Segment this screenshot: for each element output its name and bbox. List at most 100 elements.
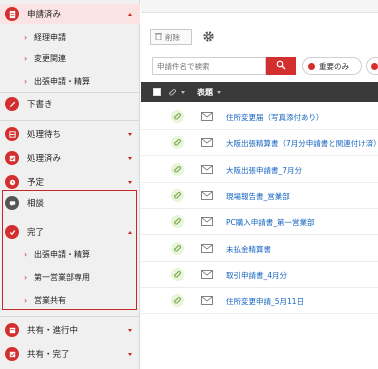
attachment-icon: [171, 294, 184, 308]
sidebar-item-pending[interactable]: 処理待ち: [0, 124, 140, 144]
select-all-checkbox[interactable]: [153, 88, 161, 96]
envelope-icon: [201, 243, 213, 253]
divider: [0, 316, 140, 317]
row-title-link[interactable]: 現場報告書_営業部: [226, 191, 290, 202]
sidebar-subitem-sales-dept[interactable]: › 第一営業部専用: [0, 268, 140, 286]
filter-dot-icon: [371, 62, 378, 70]
attachment-icon: [171, 110, 184, 123]
envelope-icon: [201, 138, 213, 148]
chevron-down-icon[interactable]: [128, 180, 132, 184]
row-title-link[interactable]: 大阪出張申請書_7月分: [226, 165, 302, 176]
envelope-icon: [201, 217, 213, 227]
table-row[interactable]: 住所変更届（写真添付あり）: [141, 104, 378, 130]
trash-icon: [155, 32, 162, 42]
envelope-icon: [201, 190, 213, 200]
table-row[interactable]: 現場報告書_営業部: [141, 183, 378, 209]
inbox-icon: [5, 127, 19, 141]
search-icon: [276, 60, 286, 72]
important-only-filter[interactable]: 重要のみ: [302, 57, 362, 75]
delete-label: 削除: [165, 32, 180, 42]
title-column-header[interactable]: 表題: [197, 87, 213, 98]
sidebar-subitem-label: 営業共有: [34, 295, 66, 305]
sidebar-item-label: 予定: [27, 178, 45, 188]
chevron-right-icon: ›: [24, 272, 28, 282]
sidebar-item-label: 処理済み: [27, 154, 62, 164]
attachment-icon: [171, 162, 184, 176]
table-row[interactable]: 大阪出張精算書（7月分申請書と関連付け済）: [141, 130, 378, 157]
delete-button[interactable]: 削除: [150, 29, 192, 45]
search-input[interactable]: [152, 57, 266, 75]
sidebar-subitem-travel-completed[interactable]: › 出張申請・精算: [0, 245, 140, 263]
chevron-up-icon[interactable]: [128, 12, 132, 16]
row-title-link[interactable]: 未払金精算書: [226, 244, 271, 255]
attachment-icon: [171, 136, 184, 150]
sidebar: 申請済み › 経理申請 › 変更関連 › 出張申請・精算 下書き 処理待ち 処理…: [0, 0, 140, 369]
attachment-icon: [171, 267, 184, 281]
divider: [0, 92, 140, 93]
table-row[interactable]: 住所変更申請_5月11日: [141, 288, 378, 315]
share-done-icon: [5, 347, 19, 361]
sidebar-item-submitted[interactable]: 申請済み: [0, 4, 140, 24]
gear-icon[interactable]: [202, 30, 215, 43]
table-header: 表題: [141, 82, 378, 102]
sidebar-subitem-label: 変更関連: [34, 53, 66, 63]
sort-icon[interactable]: [181, 90, 185, 94]
sidebar-subitem-accounting[interactable]: › 経理申請: [0, 28, 140, 46]
row-title-link[interactable]: 住所変更申請_5月11日: [226, 296, 304, 307]
sidebar-item-label: 申請済み: [27, 10, 62, 20]
chevron-right-icon: ›: [24, 32, 28, 42]
envelope-icon: [201, 269, 213, 279]
sort-icon[interactable]: [217, 90, 221, 94]
sidebar-subitem-label: 経理申請: [34, 32, 66, 42]
share-progress-icon: [5, 323, 19, 337]
table-row[interactable]: 取引申請書_4月分: [141, 262, 378, 288]
sidebar-subitem-label: 第一営業部専用: [34, 272, 90, 282]
attachment-icon: [171, 215, 184, 229]
check-list-icon: [5, 151, 19, 165]
chevron-right-icon: ›: [24, 295, 28, 305]
sidebar-subitem-travel[interactable]: › 出張申請・精算: [0, 72, 140, 90]
sidebar-item-processed[interactable]: 処理済み: [0, 148, 140, 168]
sidebar-item-scheduled[interactable]: 予定: [0, 172, 140, 192]
sidebar-item-label: 完了: [27, 228, 45, 238]
sidebar-subitem-sales-shared[interactable]: › 営業共有: [0, 291, 140, 309]
sidebar-item-shared-progress[interactable]: 共有・進行中: [0, 320, 140, 340]
filter-label: 重要のみ: [319, 61, 349, 71]
chevron-down-icon[interactable]: [128, 328, 132, 332]
row-title-link[interactable]: 住所変更届（写真添付あり）: [226, 112, 324, 123]
chevron-down-icon[interactable]: [128, 156, 132, 160]
envelope-icon: [201, 296, 213, 305]
sidebar-item-drafts[interactable]: 下書き: [0, 94, 140, 114]
sidebar-item-label: 共有・完了: [27, 350, 70, 360]
sidebar-item-label: 処理待ち: [27, 130, 62, 140]
sidebar-subitem-changes[interactable]: › 変更関連: [0, 49, 140, 67]
chevron-down-icon[interactable]: [128, 132, 132, 136]
attachment-icon: [171, 241, 184, 255]
row-title-link[interactable]: 大阪出張精算書（7月分申請書と関連付け済）: [226, 138, 378, 149]
sidebar-item-label: 下書き: [27, 100, 53, 110]
table-row[interactable]: PC購入申請書_第一営業部: [141, 209, 378, 236]
attachment-header-icon: [168, 88, 177, 97]
clock-icon: [5, 175, 19, 189]
check-icon: [5, 225, 19, 239]
pencil-icon: [5, 97, 19, 111]
search-button[interactable]: [266, 57, 296, 75]
sidebar-item-shared-done[interactable]: 共有・完了: [0, 344, 140, 364]
important-icon: [308, 62, 315, 70]
row-title-link[interactable]: 取引申請書_4月分: [226, 270, 287, 281]
unread-filter[interactable]: 未: [366, 57, 378, 75]
table-row[interactable]: 未払金精算書: [141, 236, 378, 262]
chevron-right-icon: ›: [24, 53, 28, 63]
chevron-down-icon[interactable]: [128, 352, 132, 356]
top-bar: [141, 0, 378, 13]
row-title-link[interactable]: PC購入申請書_第一営業部: [226, 217, 315, 228]
divider: [0, 120, 140, 121]
table-row[interactable]: 大阪出張申請書_7月分: [141, 157, 378, 183]
sidebar-subitem-label: 出張申請・精算: [34, 249, 90, 259]
document-icon: [5, 7, 19, 21]
sidebar-item-completed[interactable]: 完了: [0, 222, 140, 242]
chevron-right-icon: ›: [24, 249, 28, 259]
chevron-right-icon: ›: [24, 76, 28, 86]
sidebar-item-label: 共有・進行中: [27, 326, 79, 336]
chevron-up-icon[interactable]: [128, 230, 132, 234]
